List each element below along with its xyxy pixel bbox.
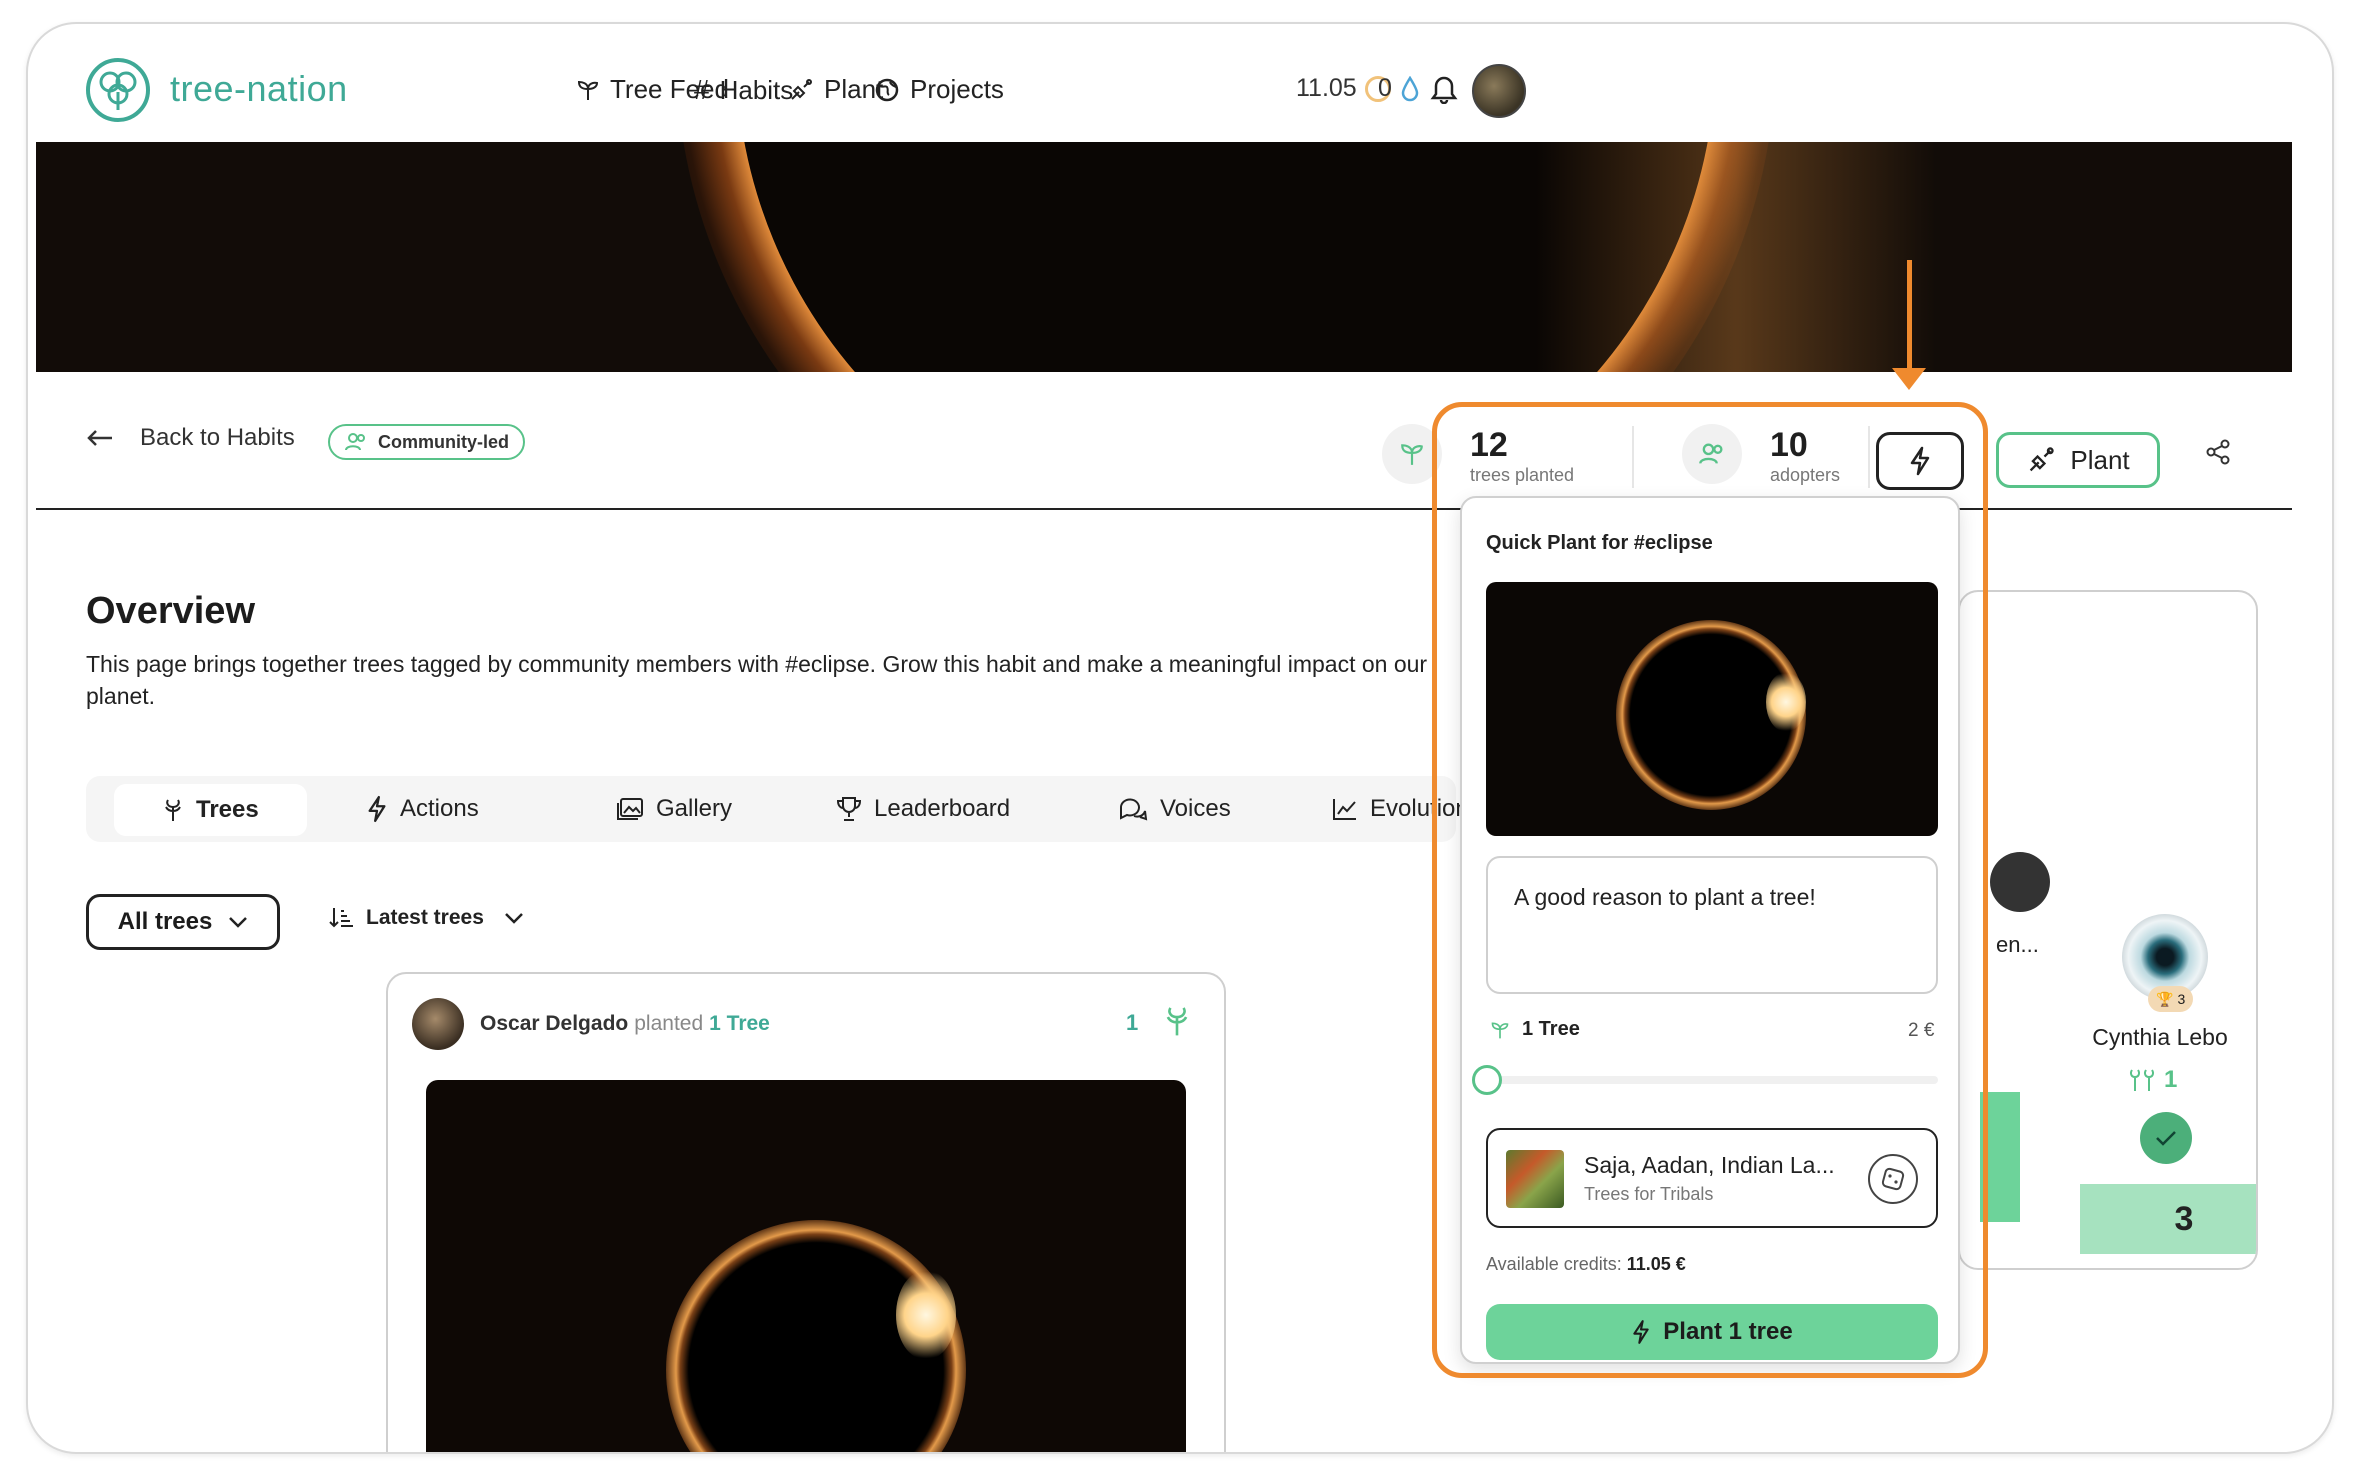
shovel-icon <box>788 77 814 103</box>
tree-feed-card[interactable]: Oscar Delgado planted 1 Tree 1 <box>386 972 1226 1452</box>
arrow-left-icon <box>86 428 114 448</box>
tab-label: Gallery <box>656 795 733 822</box>
credits-value: 11.05 <box>1296 74 1357 102</box>
tree-filter-select[interactable]: All trees <box>86 894 280 950</box>
tab-leaderboard[interactable]: Leaderboard <box>836 776 1010 842</box>
chevron-down-icon <box>504 912 524 924</box>
community-led-badge: Community-led <box>328 424 526 460</box>
chat-icon <box>1118 796 1148 822</box>
sort-icon <box>328 906 354 930</box>
tree-link[interactable]: 1 Tree <box>709 1012 770 1036</box>
credits-balance[interactable]: 11.05 <box>1296 74 1391 103</box>
annotation-arrow-line <box>1907 260 1912 372</box>
habit-banner-image <box>36 142 2292 372</box>
trophy-icon <box>836 795 862 823</box>
trophy-icon: 🏆 <box>2156 990 2174 1007</box>
tab-gallery[interactable]: Gallery <box>616 776 732 842</box>
globe-icon <box>874 77 900 103</box>
trees-icon <box>2128 1067 2156 1093</box>
app-window: tree-nation Tree Feed # Habits Plant Pro… <box>26 22 2334 1454</box>
annotation-arrow-head <box>1892 368 1926 390</box>
card-header-text: Oscar Delgado planted 1 Tree <box>480 1012 770 1036</box>
highlight-box <box>1432 402 1988 1378</box>
check-icon <box>2140 1112 2192 1164</box>
tree-photo <box>426 1080 1186 1452</box>
avatar[interactable] <box>412 998 464 1050</box>
nav-label: Habits <box>719 74 794 105</box>
tab-actions[interactable]: Actions <box>366 776 479 842</box>
user-name[interactable]: Oscar Delgado <box>480 1012 628 1036</box>
tab-voices[interactable]: Voices <box>1118 776 1231 842</box>
habit-tabs: Trees Actions Gallery Leaderboard Voices <box>86 776 1469 842</box>
bell-icon[interactable] <box>1430 72 1458 104</box>
leader-tree-count-value: 1 <box>2164 1066 2178 1093</box>
nav-projects[interactable]: Projects <box>874 74 1004 105</box>
share-icon[interactable] <box>2204 438 2232 466</box>
logo-icon[interactable] <box>86 58 150 122</box>
leader-tree-count: 1 <box>2128 1066 2177 1094</box>
plant-button-label: Plant <box>2070 444 2130 475</box>
tree-count: 1 <box>1126 1010 1139 1035</box>
tree-icon <box>1162 1004 1192 1038</box>
plant-button[interactable]: Plant <box>1996 432 2160 488</box>
water-drop-icon <box>1400 75 1420 102</box>
hashtag-icon: # <box>694 74 710 105</box>
badge-label: Community-led <box>378 431 510 452</box>
drops-balance[interactable]: 0 <box>1378 74 1420 103</box>
back-label: Back to Habits <box>140 424 295 451</box>
overview-description: This page brings together trees tagged b… <box>86 651 1428 709</box>
nav-habits[interactable]: # Habits <box>694 74 793 106</box>
tab-label: Voices <box>1160 795 1231 822</box>
logo-text[interactable]: tree-nation <box>170 68 348 110</box>
gallery-icon <box>616 797 644 821</box>
users-icon <box>344 432 368 452</box>
sprout-icon <box>576 78 600 102</box>
select-label: All trees <box>117 908 213 935</box>
back-to-habits-link[interactable]: Back to Habits <box>86 424 295 452</box>
lightning-icon <box>366 795 388 823</box>
sort-label: Latest trees <box>366 906 484 929</box>
nav-label: Projects <box>910 74 1004 104</box>
tab-label: Trees <box>196 796 259 823</box>
tab-trees[interactable]: Trees <box>114 784 307 836</box>
rank-badge: 🏆 3 <box>2148 986 2194 1012</box>
chart-icon <box>1332 797 1358 821</box>
tree-icon <box>162 797 184 823</box>
leader-name: Cynthia Lebo <box>2092 1024 2228 1050</box>
tab-label: Leaderboard <box>874 795 1011 822</box>
nav-plant[interactable]: Plant <box>788 74 883 105</box>
leaderboard-preview-card: en... 🏆 3 Cynthia Lebo 1 3 <box>1958 590 2258 1270</box>
user-avatar[interactable] <box>1472 64 1526 118</box>
chevron-down-icon <box>228 916 248 928</box>
rank-badge-value: 3 <box>2177 991 2186 1007</box>
podium-rank: 3 <box>2080 1184 2256 1254</box>
overview-title: Overview <box>86 590 255 632</box>
avatar <box>1990 852 2050 912</box>
leader-name-truncated: en... <box>1996 932 2039 957</box>
drops-value: 0 <box>1378 74 1392 102</box>
tab-label: Actions <box>400 795 479 822</box>
action-text: planted <box>634 1012 704 1035</box>
shovel-icon <box>2026 445 2056 475</box>
sort-dropdown[interactable]: Latest trees <box>328 906 524 930</box>
